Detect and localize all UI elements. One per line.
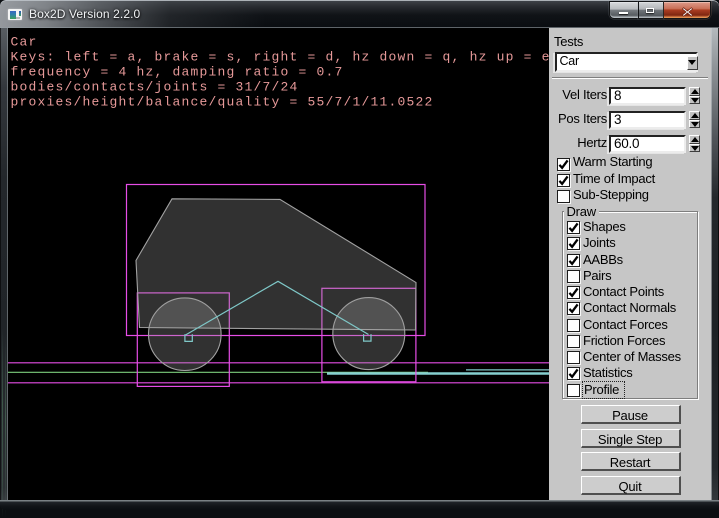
svg-text:proxies/height/balance/quality: proxies/height/balance/quality = 55/7/1/… [11, 95, 434, 110]
svg-text:Keys: left = a, brake = s, rig: Keys: left = a, brake = s, right = d, hz… [11, 50, 550, 65]
svg-text:bodies/contacts/joints = 31/7/: bodies/contacts/joints = 31/7/24 [11, 80, 299, 95]
svg-text:frequency = 4 hz, damping rati: frequency = 4 hz, damping ratio = 0.7 [11, 65, 344, 80]
svg-text:Car: Car [11, 35, 38, 50]
